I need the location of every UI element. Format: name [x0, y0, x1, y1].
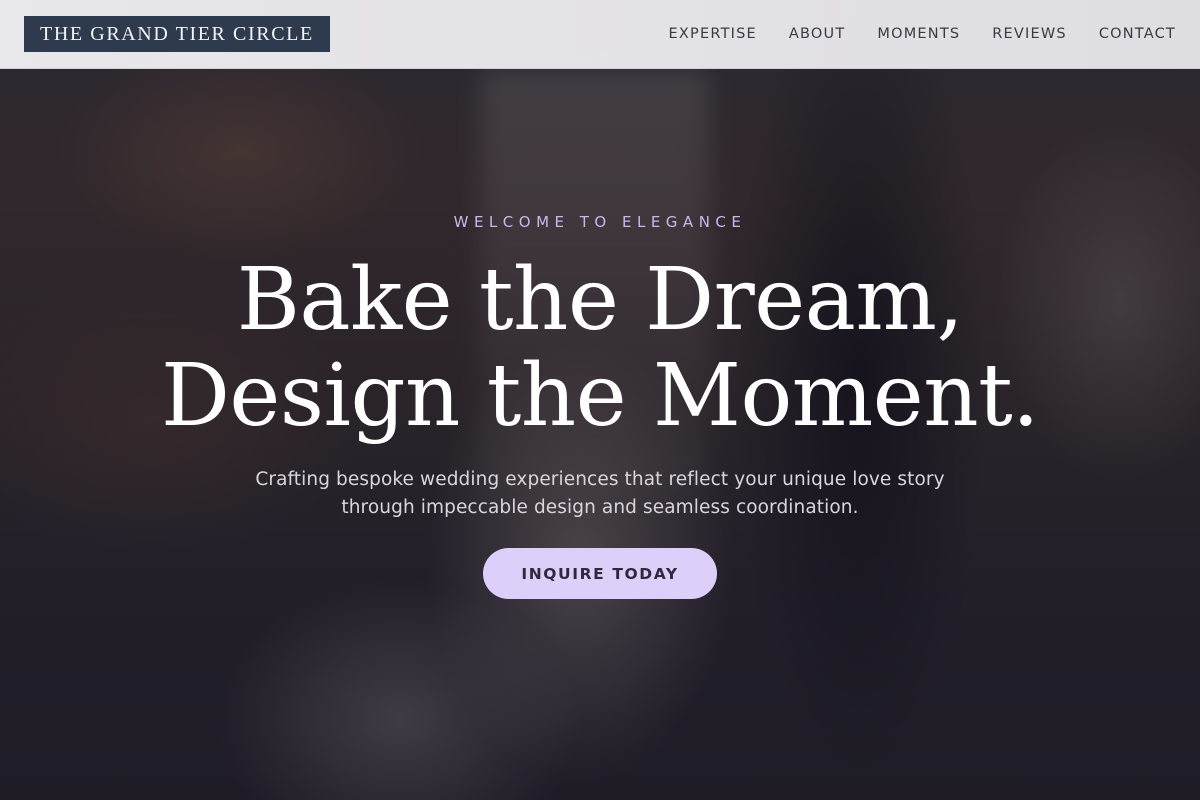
hero-headline-line-2: Design the Moment.: [160, 346, 1040, 446]
nav-link-expertise[interactable]: EXPERTISE: [669, 26, 757, 42]
nav-item-about: ABOUT: [789, 25, 846, 43]
hero-section: WELCOME TO ELEGANCE Bake the Dream, Desi…: [0, 0, 1200, 800]
nav-item-moments: MOMENTS: [877, 25, 960, 43]
hero-subtitle: Crafting bespoke wedding experiences tha…: [255, 469, 945, 518]
nav-link-contact[interactable]: CONTACT: [1099, 26, 1176, 42]
nav-item-expertise: EXPERTISE: [669, 25, 757, 43]
nav-item-reviews: REVIEWS: [992, 25, 1067, 43]
nav-item-contact: CONTACT: [1099, 25, 1176, 43]
inquire-today-button[interactable]: INQUIRE TODAY: [483, 548, 717, 599]
nav-link-about[interactable]: ABOUT: [789, 26, 846, 42]
hero-eyebrow: WELCOME TO ELEGANCE: [453, 213, 747, 231]
top-navigation-bar: THE GRAND TIER CIRCLE EXPERTISE ABOUT MO…: [0, 0, 1200, 69]
site-logo[interactable]: THE GRAND TIER CIRCLE: [24, 16, 330, 52]
hero-headline: Bake the Dream, Design the Moment.: [0, 252, 1200, 444]
hero-headline-line-1: Bake the Dream,: [236, 250, 964, 350]
nav-link-moments[interactable]: MOMENTS: [877, 26, 960, 42]
nav-menu: EXPERTISE ABOUT MOMENTS REVIEWS CONTACT: [669, 0, 1176, 68]
nav-link-reviews[interactable]: REVIEWS: [992, 26, 1067, 42]
